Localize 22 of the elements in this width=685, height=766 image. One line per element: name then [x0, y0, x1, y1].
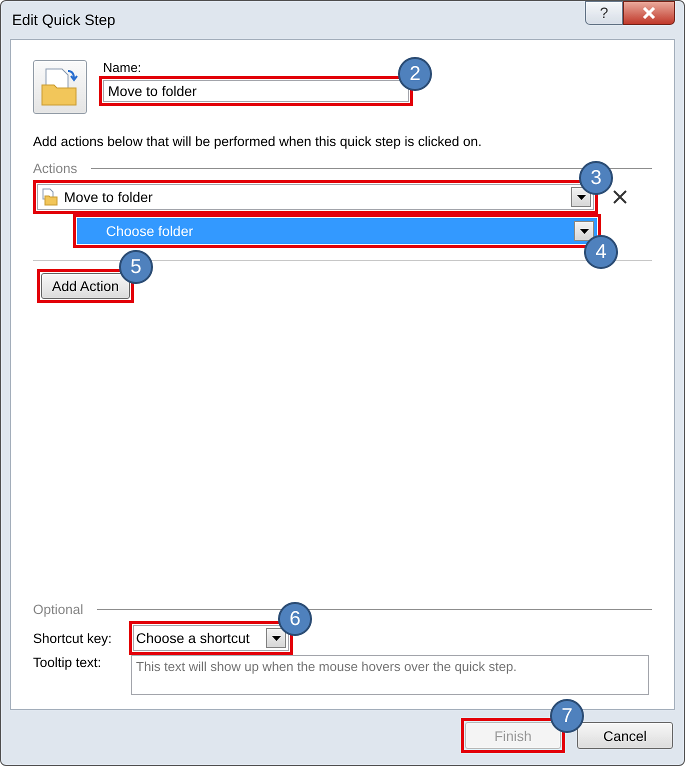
- tooltip-field[interactable]: This text will show up when the mouse hovers over the quick step.: [131, 655, 649, 695]
- instructions-text: Add actions below that will be performed when this quick step is clicked on.: [33, 134, 483, 149]
- window-title: Edit Quick Step: [11, 12, 116, 28]
- help-button[interactable]: ?: [585, 1, 623, 25]
- name-field[interactable]: Move to folder: [103, 80, 409, 102]
- add-action-button[interactable]: Add Action: [41, 273, 130, 299]
- callout-badge: 5: [118, 250, 153, 284]
- action-dropdown[interactable]: Move to folder: [37, 184, 594, 210]
- callout-badge: 2: [398, 57, 432, 91]
- callout-badge: 6: [278, 602, 312, 636]
- shortcut-dropdown[interactable]: Choose a shortcut: [133, 625, 289, 651]
- actions-heading: Actions: [33, 161, 78, 176]
- dropdown-value: Choose a shortcut: [136, 630, 251, 646]
- shortcut-key-label: Shortcut key:: [33, 630, 113, 646]
- callout-badge: 3: [579, 161, 613, 195]
- dialog-button[interactable]: Cancel: [577, 722, 673, 749]
- optional-heading: Optional: [33, 602, 84, 617]
- tooltip-text-label: Tooltip text:: [33, 655, 102, 670]
- callout-badge: 4: [584, 235, 618, 269]
- dropdown-value: Choose folder: [106, 223, 194, 239]
- dropdown-value: Move to folder: [64, 189, 154, 205]
- name-label: Name:: [103, 60, 142, 75]
